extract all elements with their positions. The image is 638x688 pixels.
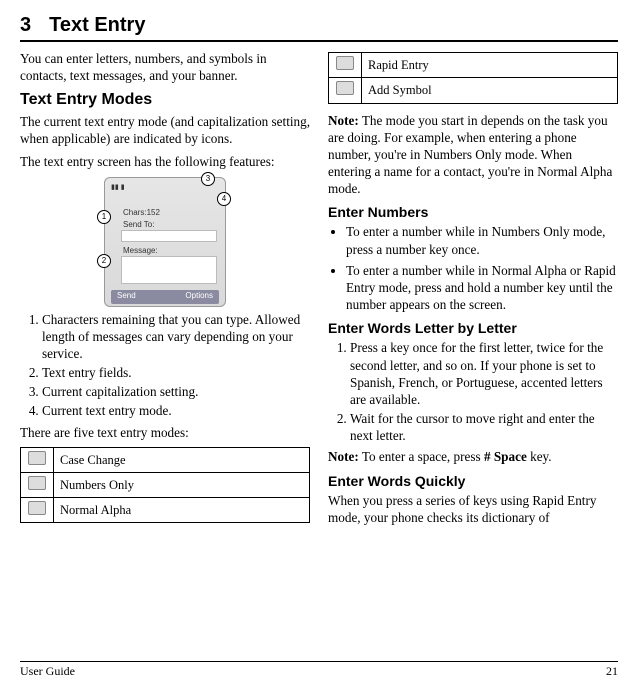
note-mode-start: Note: The mode you start in depends on t… (328, 112, 618, 198)
normal-alpha-icon (28, 501, 46, 515)
space-key: # Space (484, 449, 527, 464)
signal-icon: ▮▮ (111, 183, 119, 192)
callout-1: 1 (97, 210, 111, 224)
message-label: Message: (123, 246, 158, 256)
heading-enter-numbers: Enter Numbers (328, 203, 618, 221)
chars-remaining-label: Chars:152 (123, 208, 160, 218)
list-item: To enter a number while in Numbers Only … (346, 223, 618, 257)
table-row: Add Symbol (329, 78, 618, 103)
list-item: Wait for the cursor to move right and en… (350, 410, 618, 444)
numbers-only-icon (28, 476, 46, 490)
case-change-icon (28, 451, 46, 465)
modes-table-left: Case Change Numbers Only Normal Alpha (20, 447, 310, 524)
add-symbol-icon (336, 81, 354, 95)
heading-text-entry-modes: Text Entry Modes (20, 90, 310, 111)
left-column: You can enter letters, numbers, and symb… (20, 50, 310, 655)
note-label: Note: (328, 113, 359, 128)
note-label: Note: (328, 449, 359, 464)
mode-label: Normal Alpha (54, 498, 310, 523)
message-field (121, 256, 217, 284)
feature-list: Characters remaining that you can type. … (20, 311, 310, 420)
chapter-header: 3 Text Entry (20, 12, 618, 42)
table-row: Normal Alpha (21, 498, 310, 523)
rapid-entry-icon (336, 56, 354, 70)
send-to-label: Send To: (123, 220, 154, 230)
chapter-number: 3 (20, 12, 31, 38)
footer-title: User Guide (20, 664, 75, 680)
mode-label: Add Symbol (362, 78, 618, 103)
modes-intro: There are five text entry modes: (20, 424, 310, 441)
list-item: To enter a number while in Normal Alpha … (346, 262, 618, 313)
callout-3: 3 (201, 172, 215, 186)
softkey-left: Send (117, 291, 136, 301)
table-row: Numbers Only (21, 472, 310, 497)
page-number: 21 (606, 664, 618, 680)
enter-numbers-list: To enter a number while in Numbers Only … (328, 223, 618, 313)
mode-label: Case Change (54, 447, 310, 472)
right-column: Rapid Entry Add Symbol Note: The mode yo… (328, 50, 618, 655)
softkey-right: Options (185, 291, 213, 301)
modes-table-right: Rapid Entry Add Symbol (328, 52, 618, 104)
send-to-field (121, 230, 217, 242)
page-footer: User Guide 21 (20, 661, 618, 680)
callout-2: 2 (97, 254, 111, 268)
list-item: Current text entry mode. (42, 402, 310, 419)
list-item: Characters remaining that you can type. … (42, 311, 310, 362)
heading-words-quickly: Enter Words Quickly (328, 472, 618, 490)
note-space: Note: To enter a space, press # Space ke… (328, 448, 618, 465)
chapter-title: Text Entry (49, 12, 145, 38)
mode-label: Rapid Entry (362, 53, 618, 78)
battery-icon: ▮ (121, 183, 125, 192)
list-item: Text entry fields. (42, 364, 310, 381)
modes-desc-2: The text entry screen has the following … (20, 153, 310, 170)
list-item: Press a key once for the first letter, t… (350, 339, 618, 408)
mode-label: Numbers Only (54, 472, 310, 497)
table-row: Case Change (21, 447, 310, 472)
intro-text: You can enter letters, numbers, and symb… (20, 50, 310, 84)
callout-4: 4 (217, 192, 231, 206)
list-item: Current capitalization setting. (42, 383, 310, 400)
modes-desc-1: The current text entry mode (and capital… (20, 113, 310, 147)
letter-by-letter-list: Press a key once for the first letter, t… (328, 339, 618, 444)
softkey-bar: Send Options (111, 290, 219, 304)
phone-screenshot-figure: ▮▮ ▮ Chars:152 Send To: Message: Send Op… (104, 177, 226, 307)
heading-letter-by-letter: Enter Words Letter by Letter (328, 319, 618, 337)
rapid-entry-desc: When you press a series of keys using Ra… (328, 492, 618, 526)
table-row: Rapid Entry (329, 53, 618, 78)
